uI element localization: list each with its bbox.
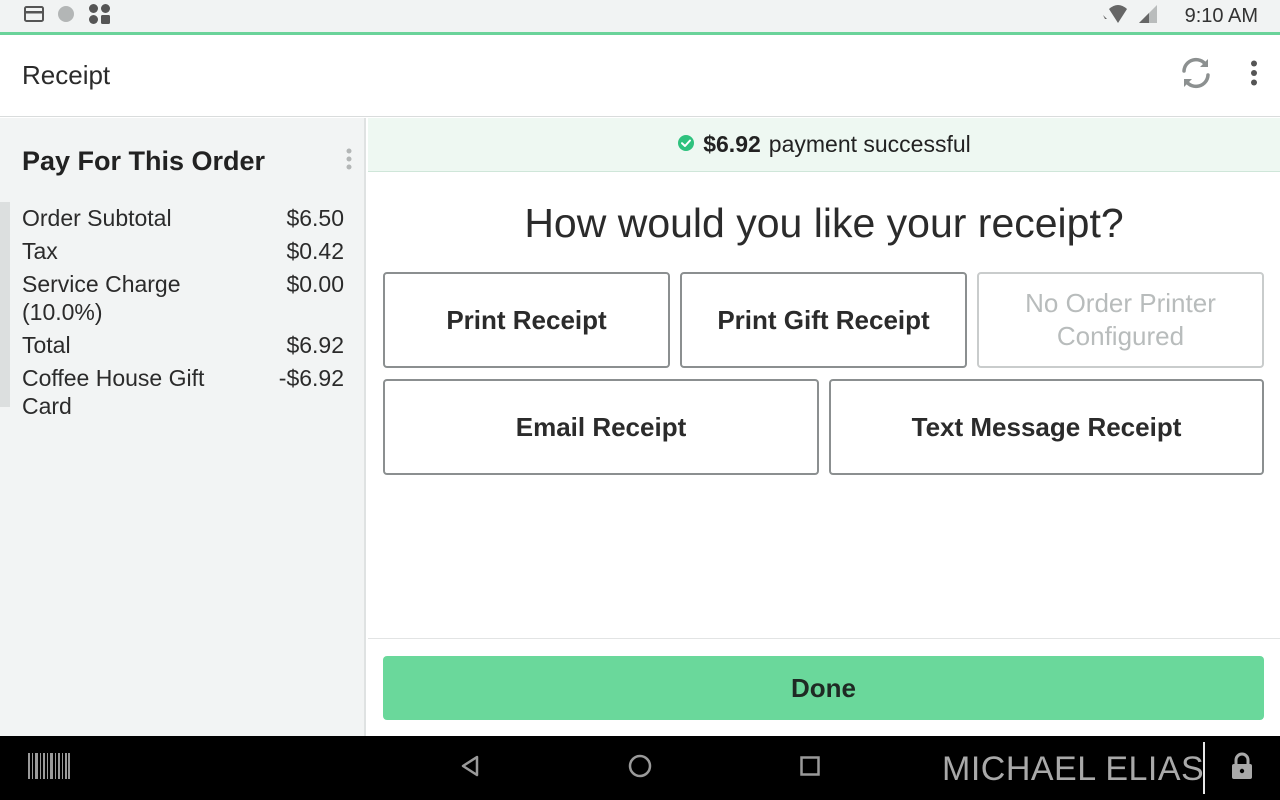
nav-home-button[interactable]: [620, 736, 660, 800]
summary-label: Order Subtotal: [22, 205, 172, 231]
lock-button[interactable]: [1222, 736, 1262, 800]
summary-row-subtotal: Order Subtotal $6.50: [22, 204, 344, 232]
payment-success-banner: $6.92 payment successful: [368, 118, 1280, 172]
payment-amount: $6.92: [703, 131, 761, 157]
app-bar: Receipt: [0, 35, 1280, 117]
app-bar-actions: [1178, 55, 1258, 96]
order-summary-title: Pay For This Order: [22, 146, 266, 176]
status-bar: 9:10 AM: [0, 0, 1280, 32]
summary-row-total: Total $6.92: [22, 331, 344, 359]
button-label: Print Gift Receipt: [717, 304, 930, 335]
summary-label: Total: [22, 332, 71, 358]
summary-value: $0.42: [286, 238, 344, 264]
barcode-scanner-button[interactable]: [24, 736, 74, 800]
button-label: Text Message Receipt: [911, 411, 1182, 442]
recents-square-icon: [799, 755, 821, 782]
circle-status-icon: [56, 4, 76, 29]
signal-icon: [1137, 4, 1159, 29]
wifi-icon: [1101, 3, 1131, 30]
receipt-question: How would you like your receipt?: [524, 200, 1124, 246]
more-vertical-icon: [1250, 60, 1258, 91]
refresh-button[interactable]: [1178, 55, 1214, 96]
summary-row-gift-card: Coffee House Gift Card -$6.92: [22, 364, 344, 420]
summary-label: Tax: [22, 238, 58, 264]
home-circle-icon: [627, 753, 653, 784]
summary-row-tax: Tax $0.42: [22, 237, 344, 265]
summary-label: Service Charge (10.0%): [22, 271, 181, 325]
print-receipt-button[interactable]: Print Receipt: [383, 272, 670, 368]
summary-value: $6.50: [286, 205, 344, 231]
summary-row-service-charge: Service Charge (10.0%) $0.00: [22, 270, 344, 326]
summary-accent-bar: [0, 202, 10, 407]
status-time: 9:10 AM: [1184, 4, 1258, 27]
footer-divider: [368, 638, 1280, 639]
clover-icon: [88, 3, 112, 30]
refresh-icon: [1178, 55, 1214, 96]
payment-message: payment successful: [768, 131, 971, 157]
button-label: Email Receipt: [515, 411, 687, 442]
system-nav-bar: MICHAEL ELIAS: [0, 736, 1280, 800]
status-right-icons: 9:10 AM: [1101, 3, 1258, 30]
back-triangle-icon: [459, 754, 481, 783]
nav-recents-button[interactable]: [790, 736, 830, 800]
summary-value: -$6.92: [278, 365, 344, 391]
lock-icon: [1230, 752, 1254, 785]
email-receipt-button[interactable]: Email Receipt: [383, 379, 819, 475]
status-left-icons: [24, 3, 112, 30]
overflow-menu-button[interactable]: [1250, 60, 1258, 91]
nav-separator: [1203, 742, 1205, 794]
done-button[interactable]: Done: [383, 656, 1264, 720]
logged-in-user: MICHAEL ELIAS: [942, 750, 1205, 788]
order-summary-header: Pay For This Order: [22, 146, 352, 177]
text-message-receipt-button[interactable]: Text Message Receipt: [829, 379, 1264, 475]
print-gift-receipt-button[interactable]: Print Gift Receipt: [680, 272, 967, 368]
more-vertical-icon: [346, 148, 352, 175]
button-label: Done: [791, 672, 856, 703]
card-reader-icon: [24, 5, 44, 27]
summary-label: Coffee House Gift Card: [22, 365, 205, 419]
button-label: Print Receipt: [446, 304, 607, 335]
order-summary-panel: Pay For This Order Order Subtotal $6.50 …: [0, 118, 366, 736]
page-title: Receipt: [22, 60, 111, 90]
no-order-printer-button: No Order Printer Configured: [977, 272, 1264, 368]
order-summary-list: Order Subtotal $6.50 Tax $0.42 Service C…: [22, 204, 344, 425]
check-circle-icon: [677, 131, 695, 158]
barcode-icon: [28, 752, 70, 784]
summary-value: $6.92: [286, 332, 344, 358]
order-menu-button[interactable]: [346, 148, 352, 175]
summary-value: $0.00: [286, 271, 344, 297]
button-label: No Order Printer Configured: [1025, 288, 1216, 351]
nav-back-button[interactable]: [450, 736, 490, 800]
